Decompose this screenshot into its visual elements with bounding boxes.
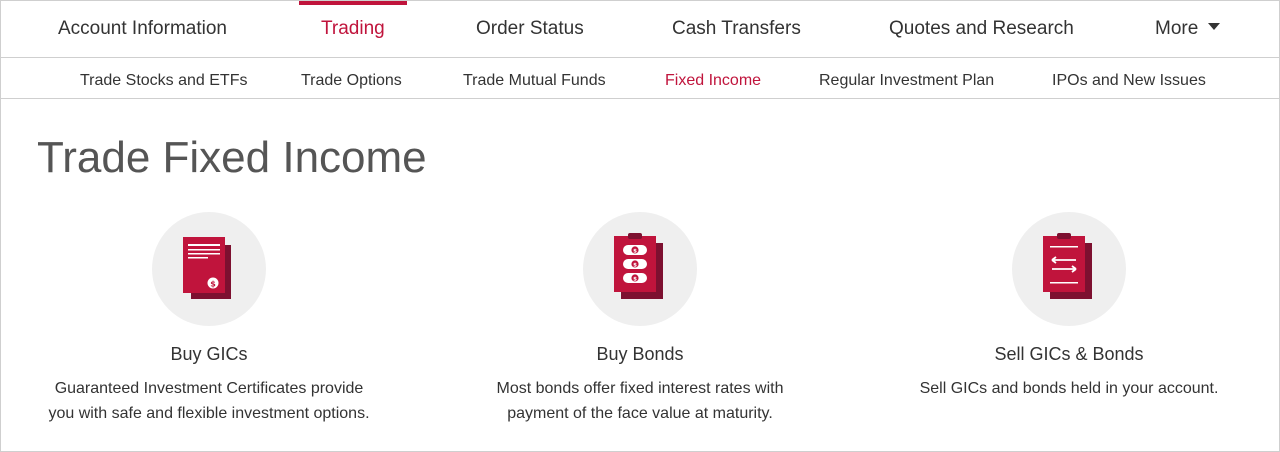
card-buy-bonds: $ $ $ Buy Bonds Most bonds offer fixed i… (440, 210, 840, 440)
buy-bonds-description-line-1: Most bonds offer fixed interest rates wi… (496, 380, 784, 397)
subnav-fixed-income[interactable]: Fixed Income (665, 58, 761, 98)
primary-nav: Account Information Trading Order Status… (1, 1, 1279, 58)
buy-bonds-link[interactable]: Buy Bonds (440, 342, 840, 366)
bonds-clipboard-icon[interactable]: $ $ $ (583, 212, 697, 326)
subnav-regular-investment-plan[interactable]: Regular Investment Plan (819, 58, 994, 98)
nav-order-status[interactable]: Order Status (476, 1, 584, 57)
nav-trading[interactable]: Trading (299, 1, 407, 57)
subnav-trade-mutual-funds[interactable]: Trade Mutual Funds (463, 58, 606, 98)
gic-document-icon[interactable]: $ (152, 212, 266, 326)
nav-more-label: More (1155, 18, 1199, 39)
subnav-trade-stocks-and-etfs[interactable]: Trade Stocks and ETFs (80, 58, 247, 98)
card-sell-gics-and-bonds: Sell GICs & Bonds Sell GICs and bonds he… (869, 210, 1269, 440)
svg-text:$: $ (633, 248, 637, 254)
subnav-ipos-and-new-issues[interactable]: IPOs and New Issues (1052, 58, 1206, 98)
svg-text:$: $ (633, 262, 637, 268)
sell-clipboard-icon[interactable] (1012, 212, 1126, 326)
nav-account-information[interactable]: Account Information (58, 1, 227, 57)
sell-description-line-1: Sell GICs and bonds held in your account… (919, 380, 1219, 397)
page-title: Trade Fixed Income (37, 133, 427, 182)
buy-bonds-description-line-2: payment of the face value at maturity. (507, 405, 773, 422)
buy-gics-description-line-2: you with safe and flexible investment op… (48, 405, 370, 422)
buy-gics-link[interactable]: Buy GICs (9, 342, 409, 366)
svg-text:$: $ (210, 280, 216, 289)
sell-gics-and-bonds-link[interactable]: Sell GICs & Bonds (869, 342, 1269, 366)
nav-quotes-and-research[interactable]: Quotes and Research (889, 1, 1074, 57)
sell-gics-and-bonds-description: Sell GICs and bonds held in your account… (869, 376, 1269, 401)
card-buy-gics: $ Buy GICs Guaranteed Investment Certifi… (9, 210, 409, 440)
nav-more[interactable]: More (1155, 1, 1221, 57)
buy-gics-description-line-1: Guaranteed Investment Certificates provi… (54, 380, 364, 397)
secondary-nav: Trade Stocks and ETFs Trade Options Trad… (1, 58, 1279, 99)
subnav-trade-options[interactable]: Trade Options (301, 58, 402, 98)
chevron-down-icon (1208, 23, 1221, 31)
buy-bonds-description: Most bonds offer fixed interest rates wi… (440, 376, 840, 426)
nav-cash-transfers[interactable]: Cash Transfers (672, 1, 801, 57)
buy-gics-description: Guaranteed Investment Certificates provi… (9, 376, 409, 426)
svg-text:$: $ (633, 276, 637, 282)
